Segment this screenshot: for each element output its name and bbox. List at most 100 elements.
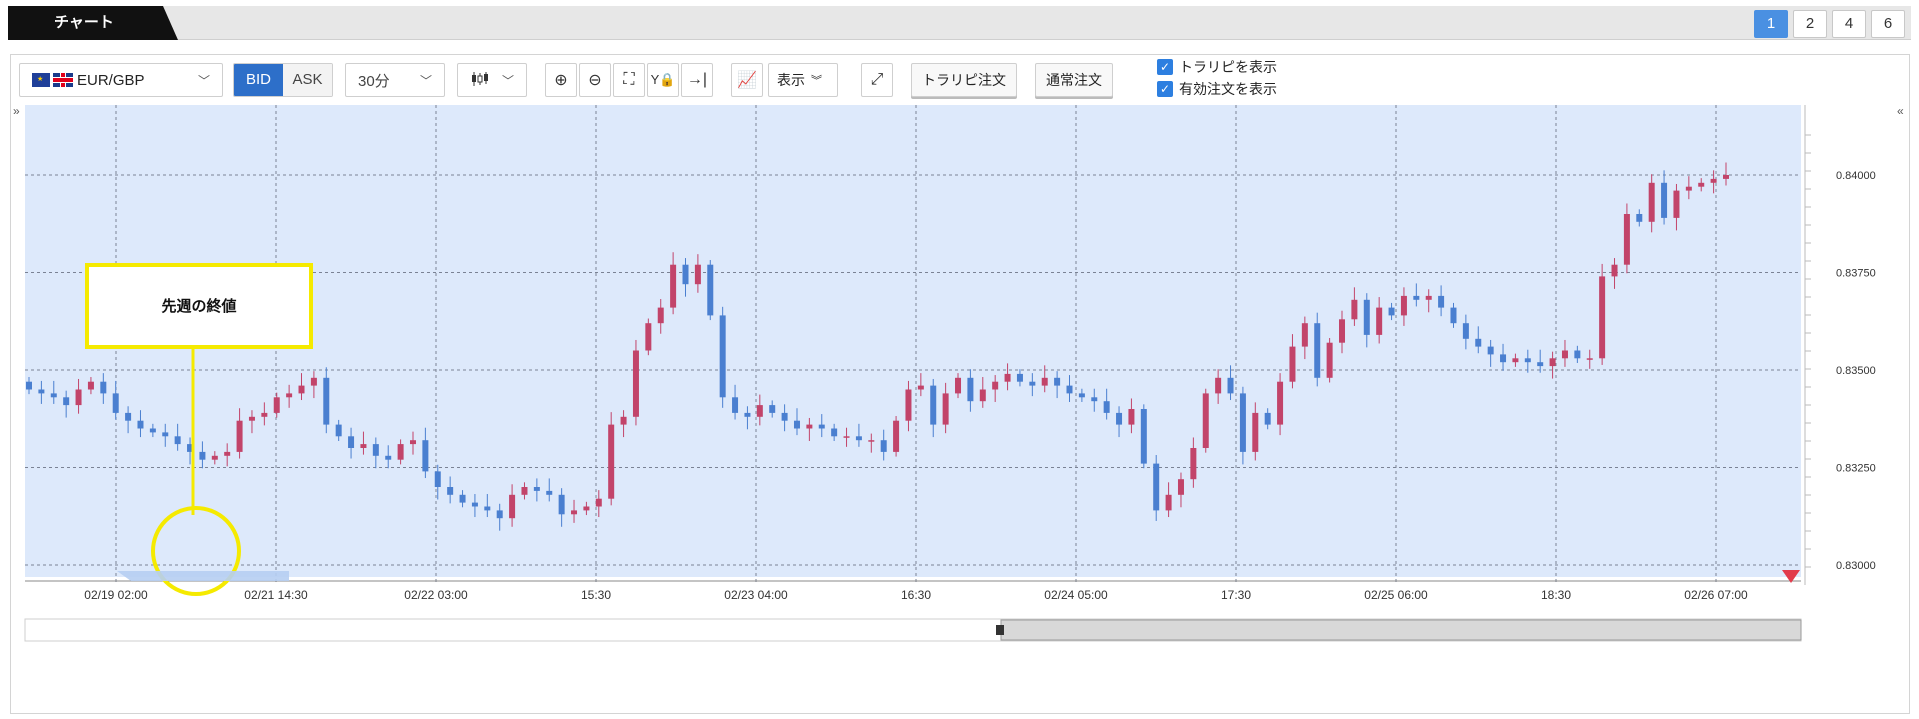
candle-up[interactable] [1586,358,1593,360]
candle-up[interactable] [843,436,850,438]
candle-down[interactable] [1500,354,1507,363]
candle-down[interactable] [422,440,429,472]
candle-down[interactable] [385,455,392,460]
candle-up[interactable] [75,389,82,406]
candle-up[interactable] [1215,377,1222,394]
candle-up[interactable] [1301,323,1308,347]
candle-up[interactable] [1561,350,1568,359]
candle-down[interactable] [1438,295,1445,308]
candle-down[interactable] [26,381,32,390]
candle-up[interactable] [979,389,986,402]
candle-up[interactable] [620,416,627,425]
candle-down[interactable] [1239,393,1246,452]
candle-down[interactable] [707,264,714,316]
candle-down[interactable] [1475,338,1482,347]
candle-down[interactable] [1537,362,1544,367]
candle-up[interactable] [248,416,255,421]
candle-up[interactable] [1685,186,1692,191]
candle-down[interactable] [496,510,503,519]
collapse-left-icon[interactable]: » [13,104,20,118]
candle-down[interactable] [558,494,565,515]
candle-down[interactable] [769,405,776,413]
candle-up[interactable] [632,350,639,417]
candle-down[interactable] [372,444,379,456]
candle-up[interactable] [87,381,94,390]
bid-button[interactable]: BID [234,64,283,96]
candle-down[interactable] [38,389,45,394]
candle-up[interactable] [397,444,404,460]
candle-up[interactable] [298,385,305,394]
candle-up[interactable] [1277,381,1284,425]
candle-up[interactable] [261,412,268,417]
candle-down[interactable] [546,490,553,495]
candle-down[interactable] [137,420,144,429]
auto-scale-button[interactable]: Y🔒 [647,63,679,97]
candle-down[interactable] [1140,409,1147,464]
trailing-order-button[interactable]: トラリピ注文 [911,63,1017,97]
candle-up[interactable] [1326,342,1333,378]
candle-down[interactable] [149,428,156,433]
fullscreen-button[interactable]: ⤢ [861,63,893,97]
candle-down[interactable] [199,451,206,460]
candle-up[interactable] [868,440,875,442]
candle-up[interactable] [905,389,912,421]
show-active-orders-checkbox[interactable]: ✓ 有効注文を表示 [1157,79,1277,99]
ask-button[interactable]: ASK [283,64,332,96]
candle-down[interactable] [174,436,181,445]
candle-up[interactable] [1351,299,1358,320]
candle-down[interactable] [1054,377,1061,386]
candle-down[interactable] [818,424,825,429]
candle-down[interactable] [1227,377,1234,394]
candle-down[interactable] [1116,412,1123,425]
candle-up[interactable] [224,451,231,456]
candle-down[interactable] [1574,350,1581,359]
candle-up[interactable] [1376,307,1383,335]
candle-up[interactable] [1202,393,1209,448]
candle-down[interactable] [719,315,726,398]
candle-down[interactable] [162,432,169,437]
candle-down[interactable] [1363,299,1370,335]
chart-type-select[interactable]: ﹀ [457,63,527,97]
fit-screen-button[interactable]: ⛶ [613,63,645,97]
candle-up[interactable] [1723,175,1729,179]
candle-up[interactable] [1425,295,1432,300]
candle-down[interactable] [1016,373,1023,382]
tab-chart[interactable]: チャート [8,6,178,40]
candle-up[interactable] [893,420,900,452]
candle-up[interactable] [1549,358,1556,367]
candle-up[interactable] [1673,190,1680,218]
candle-down[interactable] [930,385,937,425]
candle-up[interactable] [310,377,317,386]
scroll-latest-button[interactable]: →| [681,63,713,97]
zoom-in-button[interactable]: ⊕ [545,63,577,97]
candle-up[interactable] [1190,448,1197,480]
candle-down[interactable] [1661,182,1668,218]
candle-up[interactable] [595,498,602,507]
candle-down[interactable] [100,381,107,394]
candle-up[interactable] [509,494,516,519]
candle-down[interactable] [1388,307,1395,316]
candle-down[interactable] [1462,323,1469,339]
candle-up[interactable] [992,381,999,390]
candle-up[interactable] [1599,276,1606,359]
candle-down[interactable] [1487,346,1494,355]
candle-up[interactable] [1252,412,1259,452]
candle-up[interactable] [273,397,280,413]
candle-up[interactable] [1698,182,1705,187]
candle-up[interactable] [571,510,578,515]
candle-down[interactable] [1636,214,1643,222]
candle-up[interactable] [1177,479,1184,495]
candle-up[interactable] [608,424,615,499]
candle-down[interactable] [732,397,739,413]
candle-down[interactable] [1314,323,1321,378]
candle-down[interactable] [781,412,788,421]
candle-down[interactable] [348,436,355,448]
layout-button-2[interactable]: 2 [1793,10,1827,38]
candle-up[interactable] [670,264,677,308]
candle-down[interactable] [447,487,454,495]
candle-down[interactable] [125,412,132,421]
candle-down[interactable] [323,377,330,425]
candle-up[interactable] [286,393,293,398]
candle-down[interactable] [484,506,491,511]
candle-down[interactable] [1264,412,1271,425]
